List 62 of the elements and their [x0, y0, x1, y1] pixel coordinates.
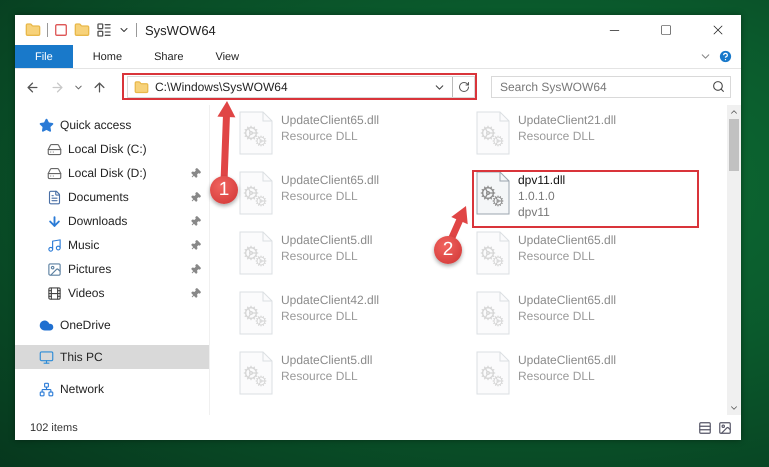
ribbon-tab[interactable]: Share: [138, 45, 200, 68]
list-icon[interactable]: [698, 420, 712, 434]
help-icon[interactable]: [718, 49, 733, 64]
sidebar-item[interactable]: Downloads: [15, 209, 209, 233]
drive-icon: [47, 166, 62, 180]
music-icon: [47, 238, 62, 252]
document-icon: [47, 190, 62, 204]
gear-file-icon: [476, 291, 510, 335]
sidebar-item[interactable]: Documents: [15, 185, 209, 209]
cloud-icon: [39, 318, 54, 332]
gear-file-icon: [476, 111, 510, 155]
scroll-thumb[interactable]: [729, 119, 739, 171]
maximize-icon[interactable]: [660, 24, 672, 36]
drive-icon: [47, 142, 62, 156]
sidebar-item[interactable]: Local Disk (D:): [15, 161, 209, 185]
gear-file-icon: [476, 171, 510, 215]
sidebar-item[interactable]: Network: [15, 377, 209, 401]
picture-icon: [47, 262, 62, 276]
download-icon: [47, 214, 62, 228]
file-detail: Resource DLL: [281, 129, 359, 143]
sidebar-item[interactable]: Videos: [15, 281, 209, 305]
sidebar-item[interactable]: This PC: [15, 345, 209, 369]
properties-icon[interactable]: [96, 22, 112, 38]
ribbon-tab[interactable]: Home: [76, 45, 138, 68]
network-icon: [39, 382, 54, 396]
gear-file-icon: [239, 231, 273, 275]
search-icon[interactable]: [712, 80, 725, 93]
picture-icon[interactable]: [718, 420, 732, 434]
window-title: SysWOW64: [145, 22, 217, 38]
file-detail: Resource DLL: [518, 309, 596, 323]
gear-file-icon: [476, 231, 510, 275]
gear-file-icon: [239, 291, 273, 335]
address-field[interactable]: C:\Windows\SysWOW64: [126, 76, 475, 98]
file-detail: Resource DLL: [281, 309, 359, 323]
sidebar-item[interactable]: Music: [15, 233, 209, 257]
sidebar-item[interactable]: Quick access: [15, 113, 209, 137]
ribbon-tab[interactable]: View: [199, 45, 256, 68]
item-count: 102 items: [30, 422, 79, 434]
file-detail: Resource DLL: [281, 189, 359, 203]
gear-file-icon: [239, 171, 273, 215]
file-detail: Resource DLL: [281, 249, 359, 263]
gear-file-icon: [476, 351, 510, 395]
gear-file-icon: [239, 111, 273, 155]
scrollbar[interactable]: [727, 105, 741, 415]
sidebar-item[interactable]: OneDrive: [15, 313, 209, 337]
monitor-icon: [39, 350, 54, 364]
file-name[interactable]: dpv11.dll: [518, 173, 566, 187]
film-icon: [47, 286, 62, 300]
file-detail: Resource DLL: [281, 369, 359, 383]
gear-file-icon: [239, 351, 273, 395]
folder-icon: [134, 80, 149, 94]
sidebar-item[interactable]: Pictures: [15, 257, 209, 281]
file-detail: Resource DLL: [518, 249, 596, 263]
file-detail: 1.0.1.0: [518, 189, 556, 203]
search-field[interactable]: Search SysWOW64: [491, 76, 731, 98]
file-detail: Resource DLL: [518, 129, 596, 143]
star-icon: [39, 118, 54, 132]
refresh-icon[interactable]: [458, 81, 470, 93]
file-menu-button[interactable]: File: [15, 45, 73, 68]
sidebar-item[interactable]: Local Disk (C:): [15, 137, 209, 161]
file-detail: Resource DLL: [518, 369, 596, 383]
file-detail: dpv11: [518, 205, 551, 219]
